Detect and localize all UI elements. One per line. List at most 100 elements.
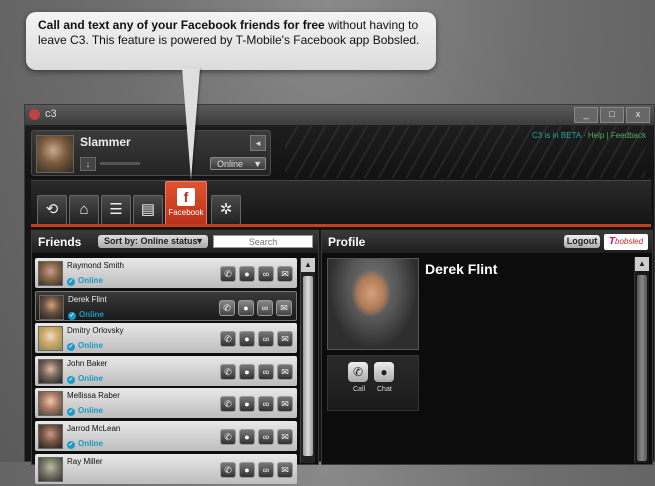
tab-facebook[interactable]: f Facebook — [165, 181, 207, 227]
avatar — [38, 326, 63, 352]
window-title: c3 — [45, 108, 57, 120]
user-panel: Slammer ◂ ↓ Online ▼ — [31, 130, 271, 176]
chevron-down-icon: ▼ — [253, 159, 262, 169]
beta-label: C3 is in BETA — [532, 131, 581, 140]
volume-slider[interactable] — [100, 162, 140, 165]
list-item[interactable]: Ray Miller ✆ ● ∞ ✉ — [35, 453, 297, 484]
message-button[interactable]: ✉ — [277, 428, 293, 445]
message-button[interactable]: ✉ — [277, 461, 293, 478]
friend-name: Ray Miller — [67, 456, 103, 466]
profile-scrollbar[interactable]: ▲ — [634, 257, 649, 463]
friends-header: Friends Sort by: Online status ▼ — [32, 231, 318, 253]
link-button[interactable]: ∞ — [257, 299, 273, 316]
status-dropdown[interactable]: Online ▼ — [210, 157, 266, 170]
chat-button[interactable]: ● — [239, 428, 255, 445]
list-icon: ☰ — [109, 201, 123, 218]
message-button[interactable]: ✉ — [276, 299, 292, 316]
call-button[interactable]: ✆ — [220, 461, 236, 478]
contacts-icon: ▤ — [140, 201, 156, 218]
list-item[interactable]: Mellissa Raber ✓ Online ✆ ● ∞ ✉ — [35, 388, 297, 419]
bobsled-logo: Tbobsled — [604, 234, 648, 250]
avatar — [38, 391, 63, 417]
help-feedback-links[interactable]: · Help | Feedback — [583, 131, 646, 140]
call-button[interactable]: ✆ — [348, 362, 368, 382]
friend-name: Dmitry Orlovsky — [67, 326, 124, 336]
friends-scrollbar[interactable]: ▲ — [300, 258, 315, 463]
profile-title: Profile — [328, 235, 366, 249]
beta-notice: C3 is in BETA · Help | Feedback — [532, 131, 646, 140]
sort-dropdown[interactable]: Sort by: Online status ▼ — [98, 235, 208, 248]
home-icon: ⌂ — [79, 201, 89, 218]
download-icon[interactable]: ↓ — [80, 157, 96, 171]
sort-value: Sort by: Online status — [104, 236, 198, 246]
call-button[interactable]: ✆ — [220, 363, 236, 380]
close-button[interactable]: x — [626, 107, 650, 123]
list-item[interactable]: Jarrod McLean ✓ Online ✆ ● ∞ ✉ — [35, 420, 297, 451]
maximize-button[interactable]: □ — [600, 107, 624, 123]
chat-button[interactable]: ● — [239, 266, 255, 282]
callout-headline: Call and text any of your Facebook frien… — [38, 18, 325, 32]
list-item[interactable]: Dmitry Orlovsky ✓ Online ✆ ● ∞ ✉ — [35, 323, 297, 354]
scrollbar-thumb[interactable] — [303, 276, 313, 456]
message-button[interactable]: ✉ — [277, 331, 293, 348]
friend-name: Derek Flint — [68, 294, 107, 304]
message-button[interactable]: ✉ — [277, 363, 293, 380]
friend-name: Mellissa Raber — [67, 391, 120, 401]
call-button[interactable]: ✆ — [220, 428, 236, 445]
chat-bubble-icon: ● — [380, 365, 388, 379]
status-value: Online — [217, 159, 244, 169]
volume-icon[interactable]: ◂ — [250, 135, 266, 151]
chat-button[interactable]: ● — [239, 363, 255, 380]
list-item[interactable]: Raymond Smith ✓ Online ✆ ● ∞ ✉ — [35, 258, 297, 288]
friend-name: Jarrod McLean — [67, 423, 121, 433]
check-icon: ✓ — [67, 440, 75, 449]
tab-settings[interactable]: ✲ — [211, 195, 241, 225]
minimize-button[interactable]: _ — [574, 107, 598, 123]
message-button[interactable]: ✉ — [277, 396, 293, 413]
friends-title: Friends — [38, 235, 82, 249]
status-badge: ✓ Online — [67, 341, 103, 352]
chat-button[interactable]: ● — [239, 331, 255, 348]
tab-home[interactable]: ⌂ — [69, 195, 99, 225]
search-input[interactable] — [213, 235, 313, 248]
chevron-down-icon: ▼ — [195, 236, 204, 246]
facebook-icon: f — [177, 188, 195, 206]
user-avatar[interactable] — [36, 135, 74, 173]
link-button[interactable]: ∞ — [258, 363, 274, 380]
link-button[interactable]: ∞ — [258, 266, 274, 282]
tab-contacts[interactable]: ▤ — [133, 195, 163, 225]
list-item[interactable]: Derek Flint ✓ Online ✆ ● ∞ ✉ — [35, 290, 297, 321]
link-button[interactable]: ∞ — [258, 396, 274, 413]
call-button[interactable]: ✆ — [219, 299, 235, 316]
call-button[interactable]: ✆ — [220, 266, 236, 282]
status-badge: ✓ Online — [67, 276, 103, 286]
chat-label: Chat — [377, 386, 392, 393]
scrollbar-thumb[interactable] — [637, 275, 647, 461]
avatar — [38, 423, 63, 449]
avatar — [38, 358, 63, 384]
chat-button[interactable]: ● — [239, 461, 255, 478]
user-header: Slammer ◂ ↓ Online ▼ C3 is in BETA · Hel… — [25, 126, 654, 178]
profile-header: Profile Logout Tbobsled — [322, 231, 652, 253]
scroll-up-icon[interactable]: ▲ — [635, 257, 649, 271]
call-button[interactable]: ✆ — [220, 396, 236, 413]
link-button[interactable]: ∞ — [258, 428, 274, 445]
chat-button[interactable]: ● — [374, 362, 394, 382]
link-button[interactable]: ∞ — [258, 461, 274, 478]
tab-list[interactable]: ☰ — [101, 195, 131, 225]
chat-button[interactable]: ● — [239, 396, 255, 413]
friends-panel: Friends Sort by: Online status ▼ Raymond… — [31, 230, 319, 484]
nav-tab-bar: ⟲ ⌂ ☰ ▤ f Facebook ✲ — [31, 180, 651, 273]
chat-button[interactable]: ● — [238, 299, 254, 316]
app-logo-icon — [29, 109, 40, 120]
call-button[interactable]: ✆ — [220, 331, 236, 348]
link-button[interactable]: ∞ — [258, 331, 274, 348]
status-badge: ✓ Online — [68, 309, 104, 320]
scroll-up-icon[interactable]: ▲ — [301, 258, 315, 272]
logout-button[interactable]: Logout — [564, 235, 600, 248]
title-bar: c3 _ □ x — [25, 105, 654, 126]
list-item[interactable]: John Baker ✓ Online ✆ ● ∞ ✉ — [35, 355, 297, 386]
message-button[interactable]: ✉ — [277, 266, 293, 282]
tab-link[interactable]: ⟲ — [37, 195, 67, 225]
callout-pointer — [182, 68, 200, 180]
